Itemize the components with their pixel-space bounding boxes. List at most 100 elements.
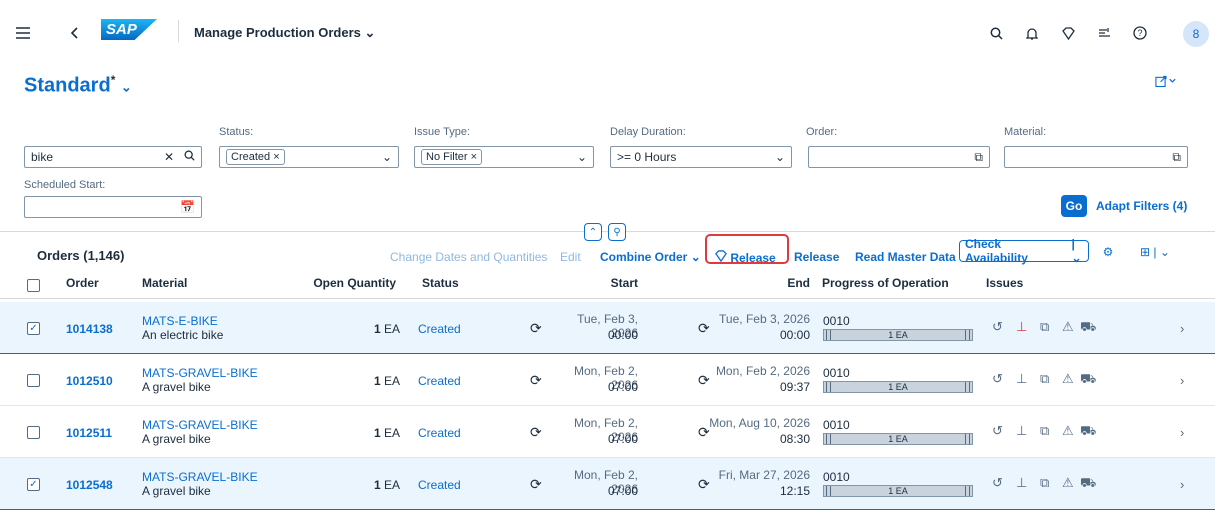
row-checkbox[interactable] [27,426,40,439]
share-icon[interactable] [1155,70,1177,92]
adapt-filters-button[interactable]: Adapt Filters (4) [1096,199,1187,213]
chevron-right-icon[interactable]: › [1180,321,1184,336]
status-link[interactable]: Created [418,322,461,336]
value-help-icon[interactable]: ⧉ [974,150,983,165]
col-progress[interactable]: Progress of Operation [822,276,949,290]
chevron-down-icon[interactable]: ⌄ [382,150,392,164]
order-link[interactable]: 1012548 [66,478,113,492]
col-status[interactable]: Status [422,276,459,290]
sap-logo[interactable]: SAP [101,19,157,40]
status-filter[interactable]: Created × ⌄ [219,146,399,168]
help-icon[interactable]: ? [1129,22,1151,44]
bell-icon[interactable] [1021,22,1043,44]
collapse-header-icon[interactable]: ⌃ [584,223,602,241]
chevron-right-icon[interactable]: › [1180,477,1184,492]
edit-button[interactable]: Edit [560,250,581,264]
copy-icon[interactable]: ⧉ [1040,319,1049,335]
order-link[interactable]: 1012510 [66,374,113,388]
status-link[interactable]: Created [418,478,461,492]
order-input[interactable]: ⧉ [808,146,990,168]
chevron-down-icon[interactable]: ⌄ [577,150,587,164]
copy-icon[interactable]: ⧉ [1040,371,1049,387]
back-icon[interactable] [63,22,85,44]
search-icon[interactable] [985,22,1007,44]
chevron-right-icon[interactable]: › [1180,373,1184,388]
copy-icon[interactable]: ⧉ [1040,475,1049,491]
chevron-down-icon[interactable]: ⌄ [775,150,785,164]
value-help-icon[interactable]: ⧉ [1172,150,1181,165]
table-row[interactable]: 1012511 MATS-GRAVEL-BIKE A gravel bike 1… [0,406,1215,458]
order-link[interactable]: 1012511 [66,426,112,440]
order-link[interactable]: 1014138 [66,322,113,336]
status-token[interactable]: Created × [226,149,285,165]
avatar[interactable]: 8 [1183,21,1209,47]
history-icon[interactable]: ↺ [992,319,1003,335]
release-button[interactable]: Release [794,250,839,264]
settings-icon[interactable]: ⚙ [1097,241,1119,263]
start-time: 07:00 [607,432,638,446]
quantity-unit: EA [383,478,400,492]
delay-duration-select[interactable]: >= 0 Hours ⌄ [610,146,792,168]
col-start[interactable]: Start [560,276,638,290]
export-icon[interactable]: ⊞ | ⌄ [1130,241,1180,263]
scheduled-start-input[interactable]: 📅 [24,196,202,218]
list-icon[interactable] [1093,22,1115,44]
check-availability-button[interactable]: Check Availability | ⌄ [959,237,1089,265]
status-link[interactable]: Created [418,426,461,440]
table-row[interactable]: 1012510 MATS-GRAVEL-BIKE A gravel bike 1… [0,354,1215,406]
hierarchy-icon[interactable]: ⊥ [1016,319,1027,335]
copy-icon[interactable]: ⧉ [1040,423,1049,439]
search-icon[interactable] [184,150,195,164]
clear-icon[interactable]: ✕ [164,150,174,164]
go-button[interactable]: Go [1061,195,1087,217]
hierarchy-icon[interactable]: ⊥ [1016,371,1027,387]
end-time: 08:30 [779,432,810,446]
pin-icon[interactable]: ⚲ [608,223,626,241]
col-open-quantity[interactable]: Open Quantity [300,276,396,290]
status-link[interactable]: Created [418,374,461,388]
release-icon-button[interactable]: Release [715,250,776,265]
table-row[interactable]: ✓ 1014138 MATS-E-BIKE An electric bike 1… [0,302,1215,354]
variant-selector[interactable]: Standard* ⌄ [24,73,132,98]
col-order[interactable]: Order [66,276,99,290]
change-dates-button[interactable]: Change Dates and Quantities [390,250,547,264]
material-input[interactable]: ⧉ [1004,146,1188,168]
table-row[interactable]: ✓ 1012548 MATS-GRAVEL-BIKE A gravel bike… [0,458,1215,510]
history-icon[interactable]: ↺ [992,423,1003,439]
hierarchy-icon[interactable]: ⊥ [1016,475,1027,491]
warning-icon[interactable]: ⚠ [1062,475,1074,491]
issue-token[interactable]: No Filter × [421,149,483,165]
hierarchy-icon[interactable]: ⊥ [1016,423,1027,439]
read-master-data-button[interactable]: Read Master Data [855,250,956,264]
warning-icon[interactable]: ⚠ [1062,319,1074,335]
row-checkbox[interactable]: ✓ [27,322,40,335]
warning-icon[interactable]: ⚠ [1062,423,1074,439]
select-all-checkbox[interactable] [27,279,40,292]
menu-icon[interactable] [12,22,34,44]
row-checkbox[interactable]: ✓ [27,478,40,491]
col-material[interactable]: Material [142,276,187,290]
history-icon[interactable]: ↺ [992,371,1003,387]
truck-icon[interactable]: ⛟ [1080,371,1096,389]
end-time: 09:37 [779,380,810,394]
truck-icon[interactable]: ⛟ [1080,319,1096,337]
combine-order-button[interactable]: Combine Order ⌄ [600,250,701,264]
material-link[interactable]: MATS-GRAVEL-BIKE [142,470,258,484]
warning-icon[interactable]: ⚠ [1062,371,1074,387]
issue-type-filter[interactable]: No Filter × ⌄ [414,146,594,168]
search-value: bike [31,150,54,164]
app-title[interactable]: Manage Production Orders ⌄ [194,25,375,41]
diamond-icon[interactable] [1057,22,1079,44]
material-link[interactable]: MATS-E-BIKE [142,314,218,328]
search-input[interactable]: bike ✕ [24,146,202,168]
material-link[interactable]: MATS-GRAVEL-BIKE [142,418,258,432]
chevron-right-icon[interactable]: › [1180,425,1184,440]
col-end[interactable]: End [760,276,810,290]
row-checkbox[interactable] [27,374,40,387]
truck-icon[interactable]: ⛟ [1080,475,1096,493]
material-link[interactable]: MATS-GRAVEL-BIKE [142,366,258,380]
col-issues[interactable]: Issues [986,276,1023,290]
truck-icon[interactable]: ⛟ [1080,423,1096,441]
calendar-icon[interactable]: 📅 [180,200,195,214]
history-icon[interactable]: ↺ [992,475,1003,491]
